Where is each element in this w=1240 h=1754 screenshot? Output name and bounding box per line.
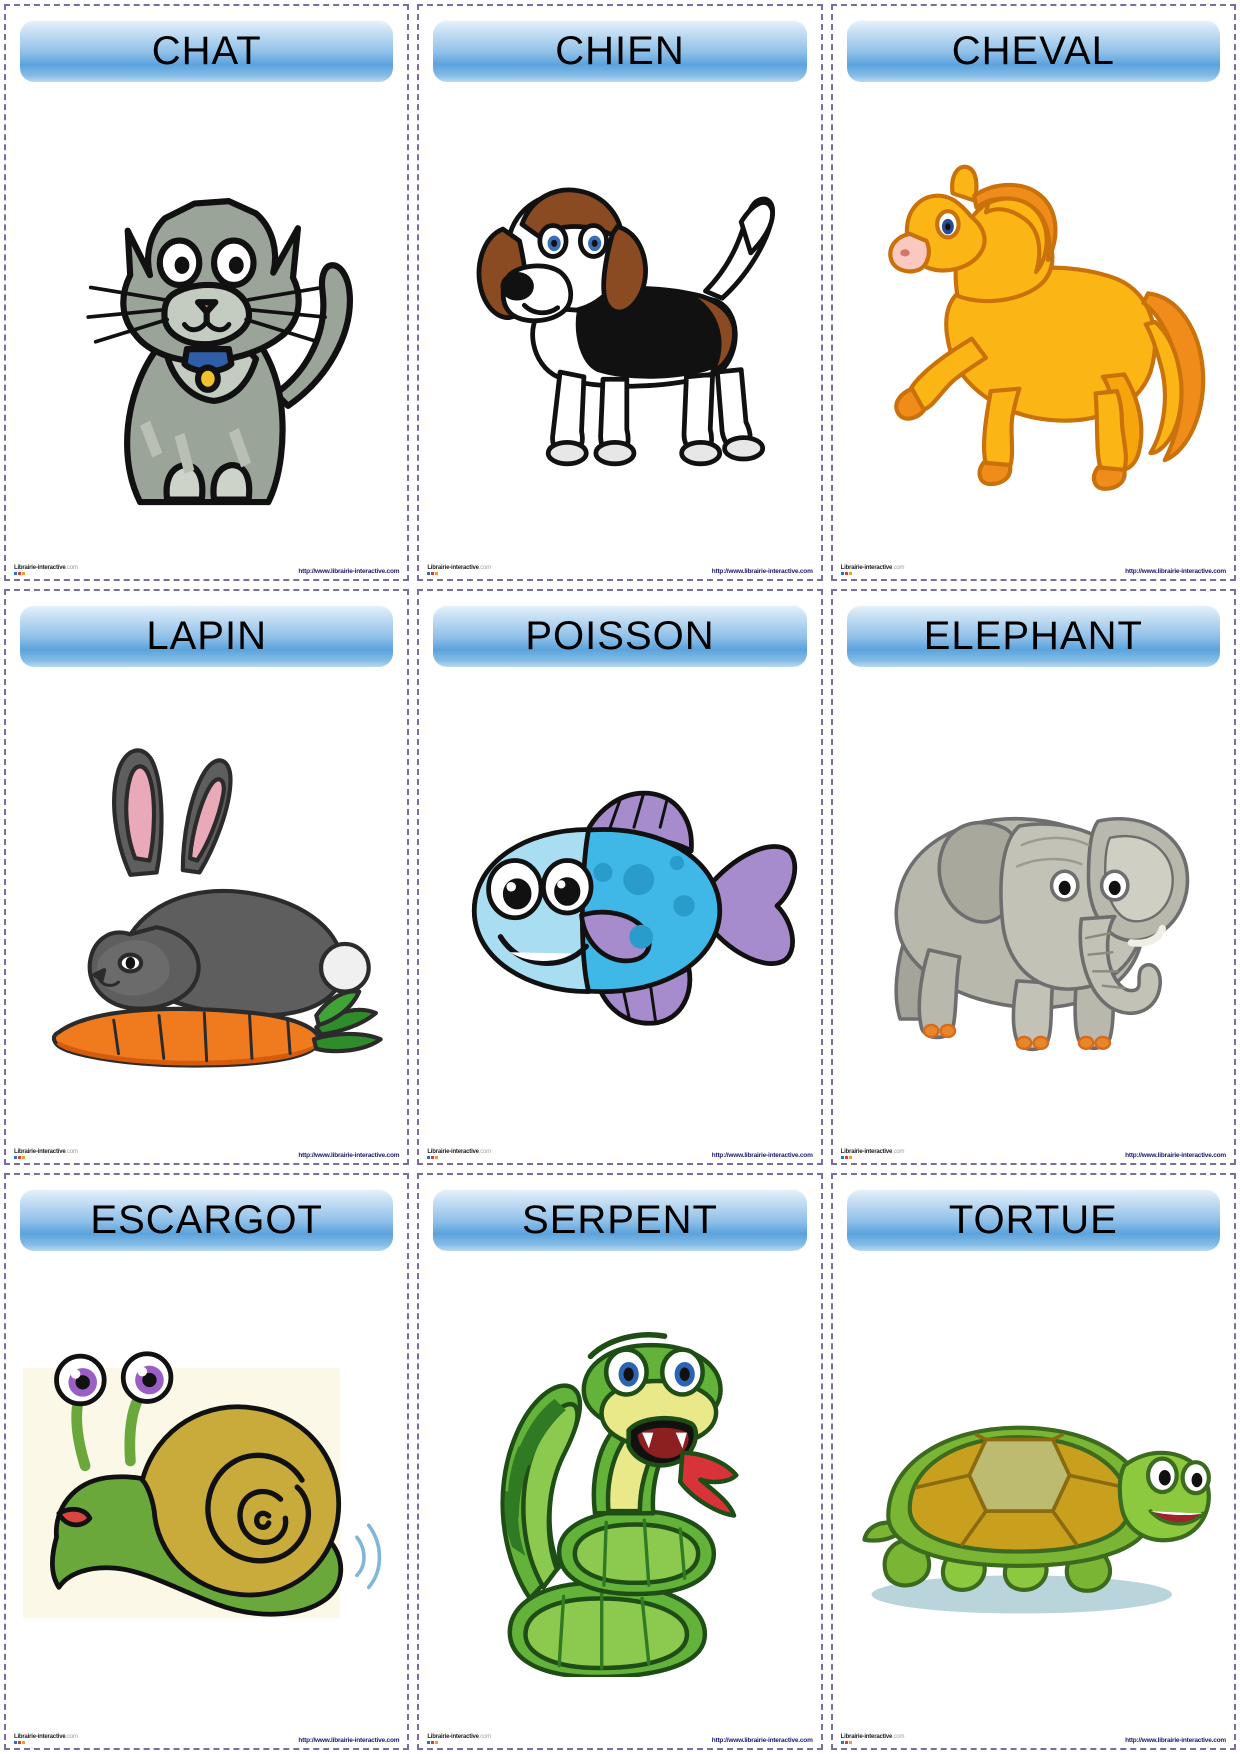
card-title: CHAT <box>151 29 262 73</box>
footer-url[interactable]: http://www.librairie-interactive.com <box>712 568 813 575</box>
card-header: ELEPHANT <box>846 604 1220 667</box>
card-footer: Librairie-interactive.com http://www.lib… <box>833 1726 1234 1748</box>
card-footer: Librairie-interactive.com http://www.lib… <box>419 1141 820 1163</box>
brand-dots <box>427 1156 439 1160</box>
turtle-illustration <box>833 1251 1234 1726</box>
snake-illustration <box>419 1251 820 1726</box>
card-title: POISSON <box>525 613 715 658</box>
footer-url[interactable]: http://www.librairie-interactive.com <box>712 1152 813 1159</box>
footer-brand: Librairie-interactive.com <box>840 1734 905 1740</box>
flashcard-serpent[interactable]: SERPENT Librairie-interactive.com http:/… <box>417 1173 823 1750</box>
card-footer: Librairie-interactive.com http://www.lib… <box>6 557 407 579</box>
card-footer: Librairie-interactive.com http://www.lib… <box>419 1726 820 1748</box>
card-header: TORTUE <box>846 1189 1220 1252</box>
footer-url[interactable]: http://www.librairie-interactive.com <box>712 1737 813 1744</box>
card-title: ESCARGOT <box>90 1198 323 1243</box>
brand-dots <box>14 571 25 575</box>
cat-illustration <box>6 82 407 557</box>
flashcard-poisson[interactable]: POISSON Librairie-interactive.com http:/… <box>417 588 823 1166</box>
footer-brand: Librairie-interactive.com <box>427 1734 492 1740</box>
footer-brand: Librairie-interactive.com <box>14 564 78 571</box>
flashcard-elephant[interactable]: ELEPHANT Librairie-interactive.com http:… <box>830 588 1236 1166</box>
footer-brand: Librairie-interactive.com <box>427 1149 492 1156</box>
rabbit-illustration <box>6 667 407 1142</box>
brand-dots <box>427 1741 439 1744</box>
card-title: CHEVAL <box>951 29 1115 73</box>
card-title: LAPIN <box>146 613 267 658</box>
footer-brand: Librairie-interactive.com <box>840 1149 905 1156</box>
card-header: CHIEN <box>433 20 807 82</box>
card-title: ELEPHANT <box>923 613 1143 658</box>
brand-dots <box>840 1741 852 1744</box>
card-header: POISSON <box>433 604 807 667</box>
brand-dots <box>840 571 852 575</box>
card-header: CHAT <box>20 20 394 82</box>
card-footer: Librairie-interactive.com http://www.lib… <box>6 1141 407 1163</box>
card-footer: Librairie-interactive.com http://www.lib… <box>833 1141 1234 1163</box>
flashcard-lapin[interactable]: LAPIN Librairie-interactive.com http://w… <box>4 588 410 1166</box>
footer-brand: Librairie-interactive.com <box>14 1734 78 1740</box>
elephant-illustration <box>833 667 1234 1142</box>
card-title: CHIEN <box>555 29 685 73</box>
card-footer: Librairie-interactive.com http://www.lib… <box>419 557 820 579</box>
flashcard-sheet: CHAT Librairie-interactive.com http://ww… <box>0 0 1240 1754</box>
footer-brand: Librairie-interactive.com <box>427 564 492 571</box>
brand-dots <box>427 571 439 575</box>
footer-url[interactable]: http://www.librairie-interactive.com <box>1125 568 1226 575</box>
footer-url[interactable]: http://www.librairie-interactive.com <box>298 1152 399 1159</box>
card-header: LAPIN <box>20 604 394 667</box>
snail-illustration <box>6 1251 407 1726</box>
card-title: SERPENT <box>522 1198 718 1243</box>
horse-illustration <box>833 82 1234 557</box>
card-header: SERPENT <box>433 1189 807 1252</box>
brand-dots <box>14 1741 25 1744</box>
flashcard-chien[interactable]: CHIEN Librairie-interactive.com http://w… <box>417 4 823 581</box>
card-header: CHEVAL <box>846 20 1220 82</box>
flashcard-cheval[interactable]: CHEVAL Librairie-interactive.com http://… <box>830 4 1236 581</box>
footer-url[interactable]: http://www.librairie-interactive.com <box>298 568 399 575</box>
flashcard-chat[interactable]: CHAT Librairie-interactive.com http://ww… <box>4 4 410 581</box>
flashcard-escargot[interactable]: ESCARGOT Librairie-interactive.com http:… <box>4 1173 410 1750</box>
footer-brand: Librairie-interactive.com <box>840 564 905 571</box>
card-title: TORTUE <box>948 1198 1118 1243</box>
footer-url[interactable]: http://www.librairie-interactive.com <box>298 1737 399 1744</box>
brand-dots <box>840 1156 852 1160</box>
footer-url[interactable]: http://www.librairie-interactive.com <box>1125 1152 1226 1159</box>
fish-illustration <box>419 667 820 1142</box>
card-header: ESCARGOT <box>20 1189 394 1252</box>
footer-url[interactable]: http://www.librairie-interactive.com <box>1125 1737 1226 1744</box>
card-footer: Librairie-interactive.com http://www.lib… <box>6 1726 407 1748</box>
card-footer: Librairie-interactive.com http://www.lib… <box>833 557 1234 579</box>
footer-brand: Librairie-interactive.com <box>14 1149 78 1156</box>
flashcard-tortue[interactable]: TORTUE Librairie-interactive.com http://… <box>830 1173 1236 1750</box>
brand-dots <box>14 1156 25 1160</box>
dog-illustration <box>419 82 820 557</box>
